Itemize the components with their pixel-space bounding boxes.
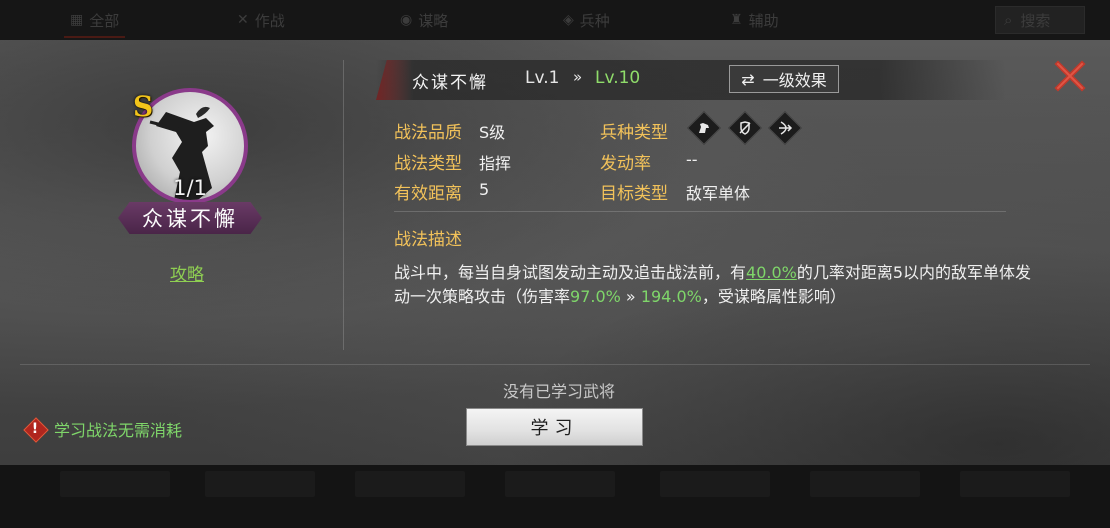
tab-combat[interactable]: ✕ 作战: [237, 8, 285, 32]
quality-label: 战法品质: [394, 123, 462, 143]
guide-link[interactable]: 攻略: [170, 260, 210, 285]
tab-support[interactable]: ♜ 辅助: [730, 8, 779, 32]
tab-strategy-label: 谋略: [418, 11, 449, 30]
warning-icon: !: [23, 417, 49, 443]
ghost-card: [60, 471, 170, 497]
swap-icon: ⇄: [741, 69, 755, 89]
description-part1: 战斗中，每当自身试图发动主动及追击战法前，有: [394, 263, 747, 282]
level-from: Lv.1: [525, 68, 560, 88]
trigger-rate-label: 发动率: [600, 154, 651, 174]
damage-arrow: »: [620, 287, 641, 306]
quality-value: S级: [479, 123, 506, 142]
grid-icon: ▦: [70, 12, 84, 28]
close-icon[interactable]: [1052, 58, 1088, 94]
type-value: 指挥: [479, 154, 512, 173]
trigger-rate-value: --: [686, 150, 698, 169]
shield-infantry-icon: [728, 111, 762, 145]
troop-icon: ◈: [563, 12, 574, 28]
search-icon: ⌕: [1004, 11, 1013, 29]
range-value: 5: [479, 180, 490, 199]
damage-rate-to: 194.0%: [640, 287, 702, 306]
level-to: Lv.10: [595, 68, 641, 88]
scroll-icon: ◉: [400, 12, 413, 28]
range-label: 有效距离: [394, 184, 462, 204]
tab-strategy[interactable]: ◉ 谋略: [400, 8, 448, 32]
background-card-strip: [0, 465, 1110, 528]
tab-combat-label: 作战: [254, 11, 285, 30]
search-label: 搜索: [1020, 11, 1051, 30]
target-type-value: 敌军单体: [686, 184, 751, 203]
horizontal-divider: [20, 364, 1090, 365]
tab-support-label: 辅助: [748, 11, 779, 30]
learn-cost-tip: ! 学习战法无需消耗: [23, 417, 183, 443]
tab-troop-label: 兵种: [579, 11, 610, 30]
tactic-name-banner-label: 众谋不懈: [142, 207, 238, 231]
effect-button-label: 一级效果: [762, 71, 827, 90]
target-type-label: 目标类型: [600, 184, 668, 204]
no-learned-general-text: 没有已学习武将: [502, 382, 615, 401]
description-part3: ，受谋略属性影响）: [701, 287, 846, 306]
tactic-detail-dialog: S 1/1 众谋不懈 攻略 众谋不懈 Lv.1 » Lv.10 ⇄ 一级效果 战…: [0, 40, 1110, 465]
tactic-name-banner: 众谋不懈: [118, 202, 262, 234]
ghost-card: [355, 471, 465, 497]
section-divider: [394, 211, 1006, 212]
damage-rate-from: 97.0%: [570, 287, 621, 306]
learn-cost-tip-text: 学习战法无需消耗: [54, 421, 183, 440]
archer-icon: [768, 111, 802, 145]
category-tab-bar: ▦ 全部 ✕ 作战 ◉ 谋略 ◈ 兵种 ♜ 辅助 ⌕ 搜索: [0, 0, 1110, 40]
trigger-chance: 40.0%: [746, 263, 797, 282]
ghost-card: [205, 471, 315, 497]
support-icon: ♜: [730, 12, 743, 28]
type-label: 战法类型: [394, 154, 462, 174]
ghost-card: [810, 471, 920, 497]
tactic-title: 众谋不懈: [412, 73, 488, 93]
search-button[interactable]: ⌕ 搜索: [995, 6, 1085, 34]
tab-all-label: 全部: [89, 11, 120, 30]
grade-badge: S: [133, 90, 154, 123]
cavalry-icon: [687, 111, 721, 145]
description-title: 战法描述: [394, 230, 462, 250]
ghost-card: [660, 471, 770, 497]
tab-all[interactable]: ▦ 全部: [63, 8, 126, 38]
vertical-divider: [343, 60, 344, 350]
owned-count: 1/1: [173, 176, 207, 200]
tab-troop[interactable]: ◈ 兵种: [563, 8, 610, 32]
level-arrow: »: [573, 68, 583, 86]
tactic-description: 战斗中，每当自身试图发动主动及追击战法前，有40.0%的几率对距离5以内的敌军单…: [394, 261, 1034, 309]
ghost-card: [960, 471, 1070, 497]
learn-button-label: 学习: [530, 418, 579, 439]
learn-button[interactable]: 学习: [466, 408, 643, 446]
swords-icon: ✕: [237, 12, 249, 28]
troop-type-label: 兵种类型: [600, 123, 668, 143]
level-effect-toggle-button[interactable]: ⇄ 一级效果: [729, 65, 839, 93]
ghost-card: [505, 471, 615, 497]
